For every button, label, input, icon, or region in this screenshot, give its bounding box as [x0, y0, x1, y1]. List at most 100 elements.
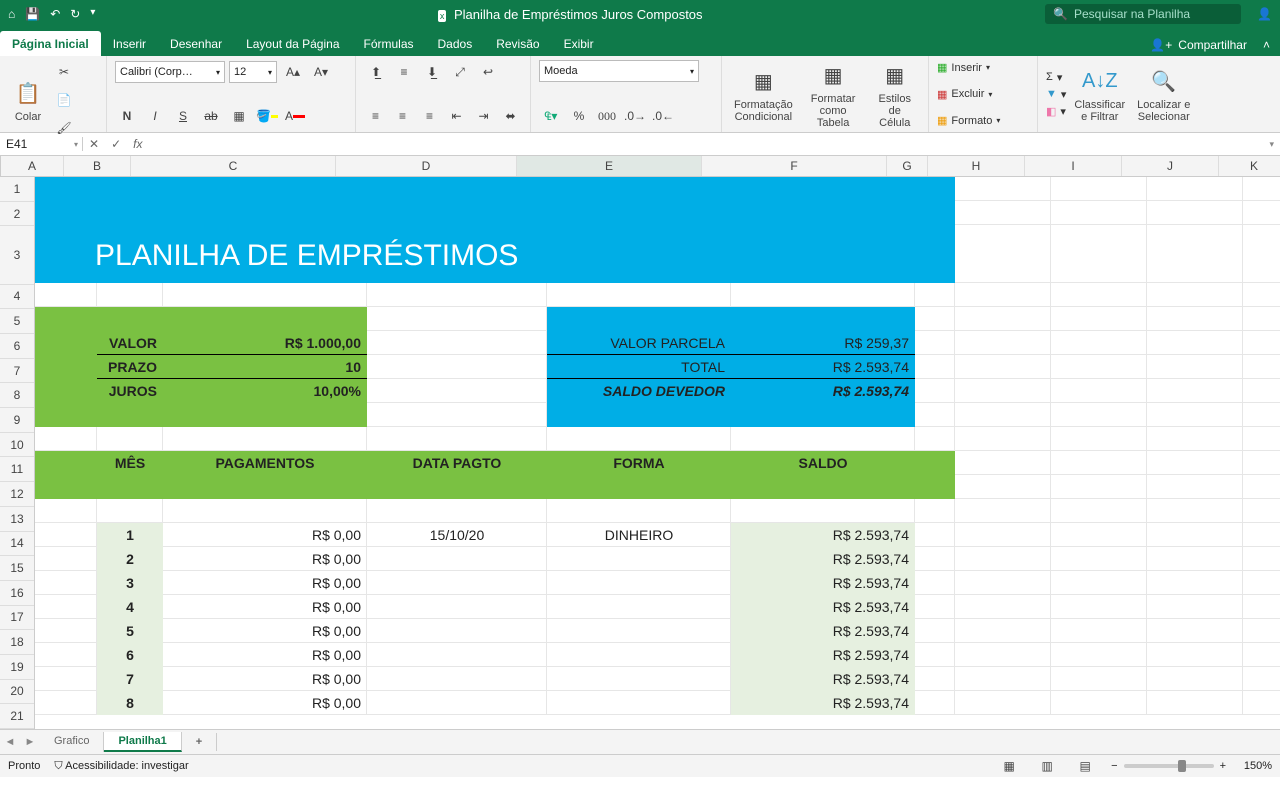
row-mes-2[interactable]: 2	[97, 547, 163, 571]
increase-decimal-icon[interactable]: .0→	[623, 104, 647, 128]
val-prazo[interactable]: 10	[163, 355, 367, 379]
row-data-1[interactable]: 15/10/20	[367, 523, 547, 547]
zoom-level[interactable]: 150%	[1232, 760, 1272, 772]
qat-more-icon[interactable]: ▾	[90, 7, 95, 21]
col-header-E[interactable]: E	[517, 156, 702, 176]
currency-icon[interactable]: ₠▾	[539, 104, 563, 128]
row-data-7[interactable]	[367, 667, 547, 691]
col-header-A[interactable]: A	[1, 156, 64, 176]
ribbon-tab-inserir[interactable]: Inserir	[101, 31, 158, 56]
row-mes-4[interactable]: 4	[97, 595, 163, 619]
row-mes-5[interactable]: 5	[97, 619, 163, 643]
row-header-16[interactable]: 16	[0, 581, 34, 606]
orientation-icon[interactable]: ⤢	[448, 60, 472, 84]
row-header-4[interactable]: 4	[0, 285, 34, 310]
autosum-button[interactable]: Σ▾	[1046, 70, 1066, 85]
row-data-6[interactable]	[367, 643, 547, 667]
decrease-decimal-icon[interactable]: .0←	[651, 104, 675, 128]
ribbon-tab-p-gina-inicial[interactable]: Página Inicial	[0, 31, 101, 56]
ribbon-tab-f-rmulas[interactable]: Fórmulas	[352, 31, 426, 56]
col-header-C[interactable]: C	[131, 156, 336, 176]
row-header-7[interactable]: 7	[0, 359, 34, 384]
zoom-in-icon[interactable]: +	[1220, 760, 1226, 772]
row-saldo-7[interactable]: R$ 2.593,74	[731, 667, 915, 691]
font-size-combo[interactable]: 12▾	[229, 61, 277, 83]
align-bottom-icon[interactable]: ⬇̲	[420, 60, 444, 84]
row-mes-7[interactable]: 7	[97, 667, 163, 691]
percent-icon[interactable]: %	[567, 104, 591, 128]
wrap-text-icon[interactable]: ↩	[476, 60, 500, 84]
name-box[interactable]: E41▾	[0, 137, 83, 151]
row-saldo-5[interactable]: R$ 2.593,74	[731, 619, 915, 643]
row-saldo-4[interactable]: R$ 2.593,74	[731, 595, 915, 619]
strike-button[interactable]: ab	[199, 104, 223, 128]
cells-area[interactable]: PLANILHA DE EMPRÉSTIMOSVALORR$ 1.000,00P…	[35, 177, 1280, 729]
row-header-13[interactable]: 13	[0, 507, 34, 532]
row-forma-8[interactable]	[547, 691, 731, 715]
row-saldo-6[interactable]: R$ 2.593,74	[731, 643, 915, 667]
ribbon-tab-layout-da-p-gina[interactable]: Layout da Página	[234, 31, 351, 56]
row-pag-6[interactable]: R$ 0,00	[163, 643, 367, 667]
val-juros[interactable]: 10,00%	[163, 379, 367, 403]
decrease-font-icon[interactable]: A▾	[309, 60, 333, 84]
row-saldo-2[interactable]: R$ 2.593,74	[731, 547, 915, 571]
sheet-tab-planilha1[interactable]: Planilha1	[104, 732, 181, 752]
row-header-8[interactable]: 8	[0, 383, 34, 408]
col-header-K[interactable]: K	[1219, 156, 1280, 176]
sheet-tab-grafico[interactable]: Grafico	[40, 732, 104, 752]
row-forma-4[interactable]	[547, 595, 731, 619]
row-header-6[interactable]: 6	[0, 334, 34, 359]
cell-styles-button[interactable]: ▦Estilos de Célula	[870, 57, 920, 131]
view-pagebreak-icon[interactable]: ▤	[1073, 754, 1097, 778]
col-header-I[interactable]: I	[1025, 156, 1122, 176]
row-header-9[interactable]: 9	[0, 408, 34, 433]
col-header-J[interactable]: J	[1122, 156, 1219, 176]
clear-button[interactable]: ◧▾	[1046, 104, 1066, 119]
undo-icon[interactable]: ↶	[50, 7, 60, 21]
accessibility-status[interactable]: ⛉ Acessibilidade: investigar	[54, 760, 188, 773]
font-name-combo[interactable]: Calibri (Corp…▾	[115, 61, 225, 83]
redo-icon[interactable]: ↻	[70, 7, 80, 21]
row-header-3[interactable]: 3	[0, 226, 34, 284]
underline-button[interactable]: S	[171, 104, 195, 128]
row-forma-2[interactable]	[547, 547, 731, 571]
row-pag-7[interactable]: R$ 0,00	[163, 667, 367, 691]
spreadsheet-grid[interactable]: 123456789101112131415161718192021 PLANIL…	[0, 177, 1280, 729]
row-pag-2[interactable]: R$ 0,00	[163, 547, 367, 571]
row-header-17[interactable]: 17	[0, 606, 34, 631]
delete-cells-button[interactable]: ▦Excluir ▾	[937, 87, 1029, 102]
row-mes-6[interactable]: 6	[97, 643, 163, 667]
row-header-15[interactable]: 15	[0, 556, 34, 581]
row-header-2[interactable]: 2	[0, 202, 34, 227]
row-header-5[interactable]: 5	[0, 309, 34, 334]
sort-filter-button[interactable]: A↓ZClassificar e Filtrar	[1070, 63, 1129, 125]
bold-button[interactable]: N	[115, 104, 139, 128]
align-top-icon[interactable]: ⬆̲	[364, 60, 388, 84]
row-forma-7[interactable]	[547, 667, 731, 691]
insert-cells-button[interactable]: ▦Inserir ▾	[937, 60, 1029, 75]
row-forma-5[interactable]	[547, 619, 731, 643]
col-header-G[interactable]: G	[887, 156, 928, 176]
save-icon[interactable]: 💾	[25, 7, 40, 21]
home-icon[interactable]: ⌂	[8, 7, 15, 21]
sheet-nav-prev-icon[interactable]: ◄	[0, 736, 20, 748]
cut-icon[interactable]: ✂	[52, 60, 76, 84]
row-data-4[interactable]	[367, 595, 547, 619]
collapse-ribbon-icon[interactable]: ˄	[1263, 38, 1270, 52]
row-header-14[interactable]: 14	[0, 532, 34, 557]
align-right-icon[interactable]: ≡	[418, 104, 441, 128]
ribbon-tab-exibir[interactable]: Exibir	[552, 31, 606, 56]
row-header-18[interactable]: 18	[0, 630, 34, 655]
indent-inc-icon[interactable]: ⇥	[472, 104, 495, 128]
zoom-out-icon[interactable]: −	[1111, 760, 1117, 772]
ribbon-tab-revis-o[interactable]: Revisão	[484, 31, 551, 56]
italic-button[interactable]: I	[143, 104, 167, 128]
row-data-3[interactable]	[367, 571, 547, 595]
row-pag-5[interactable]: R$ 0,00	[163, 619, 367, 643]
row-forma-6[interactable]	[547, 643, 731, 667]
add-sheet-button[interactable]: +	[182, 733, 217, 751]
paste-button[interactable]: 📋 Colar	[8, 75, 48, 125]
format-as-table-button[interactable]: ▦Formatar como Tabela	[801, 57, 866, 131]
col-header-B[interactable]: B	[64, 156, 131, 176]
copy-icon[interactable]: 📄	[52, 88, 76, 112]
